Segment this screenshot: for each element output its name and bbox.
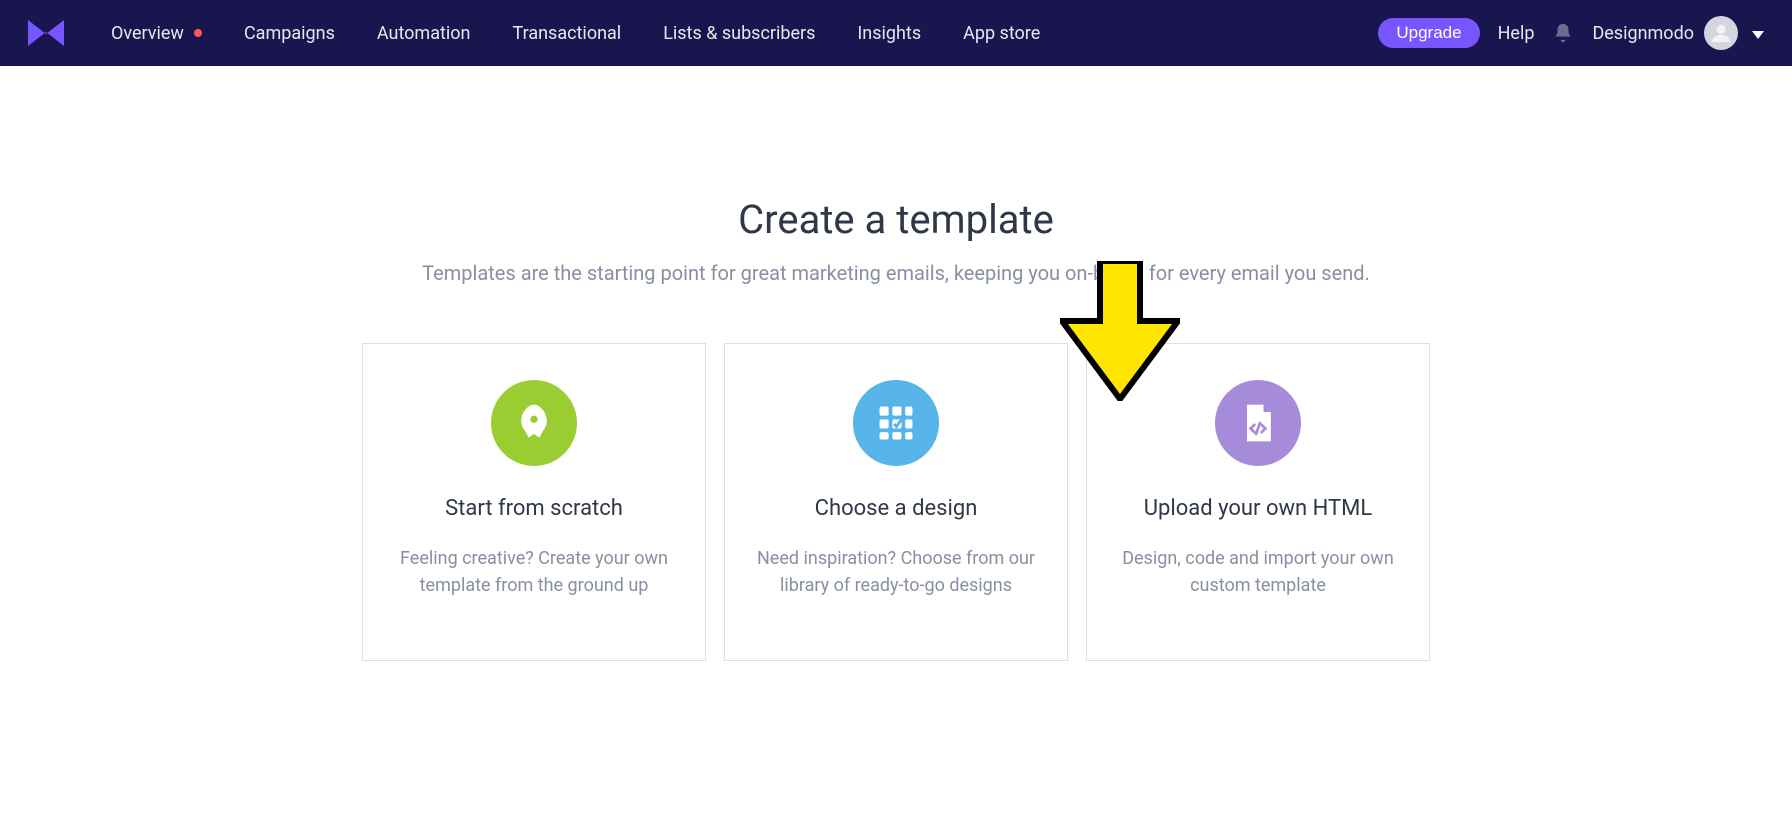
card-upload-html[interactable]: Upload your own HTML Design, code and im… — [1086, 343, 1430, 661]
card-title: Upload your own HTML — [1117, 496, 1399, 521]
card-desc: Need inspiration? Choose from our librar… — [755, 545, 1037, 599]
nav-app-store[interactable]: App store — [942, 0, 1061, 66]
account-name: Designmodo — [1592, 23, 1694, 44]
template-options: Start from scratch Feeling creative? Cre… — [0, 343, 1792, 661]
page-title: Create a template — [0, 196, 1792, 243]
app-header: Overview Campaigns Automation Transactio… — [0, 0, 1792, 66]
nav-label: Transactional — [512, 23, 621, 44]
grid-icon — [853, 380, 939, 466]
nav-automation[interactable]: Automation — [356, 0, 492, 66]
nav-campaigns[interactable]: Campaigns — [223, 0, 356, 66]
upgrade-button[interactable]: Upgrade — [1378, 18, 1479, 48]
nav-transactional[interactable]: Transactional — [491, 0, 642, 66]
card-desc: Feeling creative? Create your own templa… — [393, 545, 675, 599]
chevron-down-icon — [1752, 23, 1764, 44]
nav-label: Lists & subscribers — [663, 23, 815, 44]
app-logo[interactable] — [28, 19, 64, 47]
main-nav: Overview Campaigns Automation Transactio… — [90, 0, 1061, 66]
code-file-icon — [1215, 380, 1301, 466]
avatar-icon — [1704, 16, 1738, 50]
nav-label: Automation — [377, 23, 471, 44]
card-choose-design[interactable]: Choose a design Need inspiration? Choose… — [724, 343, 1068, 661]
card-title: Start from scratch — [393, 496, 675, 521]
page-subtitle: Templates are the starting point for gre… — [0, 261, 1792, 285]
nav-label: Campaigns — [244, 23, 335, 44]
nav-label: App store — [963, 23, 1040, 44]
nav-label: Insights — [857, 23, 921, 44]
help-link[interactable]: Help — [1498, 23, 1535, 44]
nav-overview[interactable]: Overview — [90, 0, 223, 66]
nav-lists-subscribers[interactable]: Lists & subscribers — [642, 0, 836, 66]
account-menu[interactable]: Designmodo — [1592, 16, 1764, 50]
nav-label: Overview — [111, 23, 184, 44]
notifications-bell-icon[interactable] — [1552, 21, 1574, 45]
nav-insights[interactable]: Insights — [836, 0, 942, 66]
header-right: Upgrade Help Designmodo — [1378, 16, 1764, 50]
notification-dot-icon — [194, 29, 202, 37]
rocket-icon — [491, 380, 577, 466]
main-content: Create a template Templates are the star… — [0, 66, 1792, 661]
card-title: Choose a design — [755, 496, 1037, 521]
card-start-from-scratch[interactable]: Start from scratch Feeling creative? Cre… — [362, 343, 706, 661]
card-desc: Design, code and import your own custom … — [1117, 545, 1399, 599]
